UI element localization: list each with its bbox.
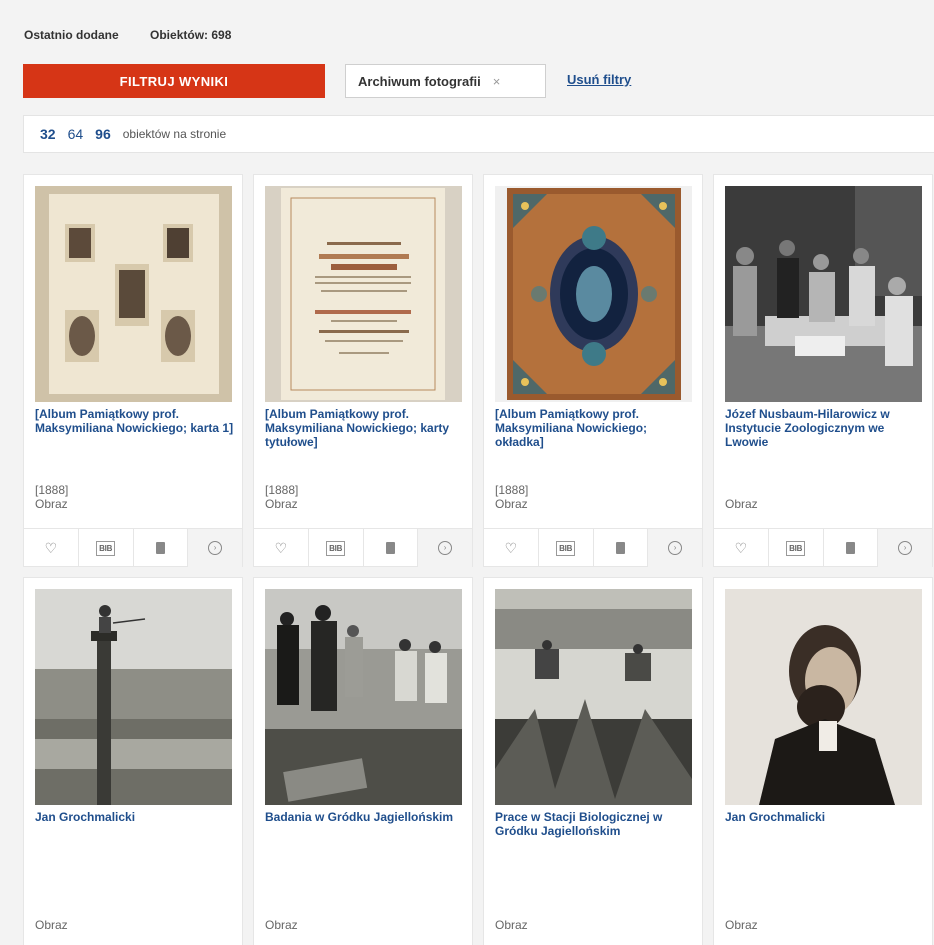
chevron-right-circle-icon: › (438, 541, 453, 555)
card-title-link[interactable]: [Album Pamiątkowy prof. Maksymiliana Now… (265, 407, 465, 449)
card-type: Obraz (265, 497, 298, 511)
result-card[interactable]: [Album Pamiątkowy prof. Maksymiliana Now… (253, 174, 473, 567)
heart-icon[interactable]: ♡ (24, 529, 79, 567)
card-type: Obraz (725, 497, 758, 511)
details-button[interactable]: › (878, 529, 932, 567)
result-card[interactable]: Prace w Stacji Biologicznej w Gródku Jag… (483, 577, 703, 945)
per-page-bar: 32 64 96 obiektów na stronie (23, 115, 934, 153)
card-actions: ♡ BIB › (24, 528, 242, 567)
card-title-link[interactable]: Jan Grochmalicki (35, 810, 235, 824)
thumbnail-image[interactable] (35, 186, 232, 402)
result-card[interactable]: Jan Grochmalicki Obraz (713, 577, 933, 945)
bib-button[interactable]: BIB (79, 529, 134, 567)
active-filter-chip[interactable]: Archiwum fotografii × (345, 64, 546, 98)
thumbnail-image[interactable] (495, 589, 692, 805)
card-type: Obraz (35, 497, 68, 511)
card-type: Obraz (265, 918, 298, 932)
result-card[interactable]: [Album Pamiątkowy prof. Maksymiliana Now… (23, 174, 243, 567)
thumbnail-image[interactable] (725, 186, 922, 402)
book-button[interactable] (134, 529, 189, 567)
details-button[interactable]: › (188, 529, 242, 567)
book-icon (155, 542, 165, 554)
thumbnail-image[interactable] (265, 589, 462, 805)
bib-icon: BIB (326, 540, 346, 556)
card-date: [1888] (35, 483, 69, 497)
per-page-option-32[interactable]: 32 (40, 126, 56, 142)
per-page-label: obiektów na stronie (122, 127, 227, 141)
heart-icon[interactable]: ♡ (254, 529, 309, 567)
result-card[interactable]: Badania w Gródku Jagiellońskim Obraz (253, 577, 473, 945)
per-page-option-64[interactable]: 64 (68, 126, 84, 142)
book-button[interactable] (364, 529, 419, 567)
result-card[interactable]: [Album Pamiątkowy prof. Maksymiliana Now… (483, 174, 703, 567)
card-title-link[interactable]: Prace w Stacji Biologicznej w Gródku Jag… (495, 810, 695, 838)
card-actions: ♡ BIB › (714, 528, 932, 567)
results-header: Ostatnio dodane Obiektów: 698 (24, 28, 231, 42)
card-title-link[interactable]: Jan Grochmalicki (725, 810, 925, 824)
book-button[interactable] (594, 529, 649, 567)
card-type: Obraz (725, 918, 758, 932)
object-count: Obiektów: 698 (150, 28, 232, 42)
book-icon (615, 542, 625, 554)
filter-chip-label: Archiwum fotografii (358, 73, 481, 89)
card-actions: ♡ BIB › (484, 528, 702, 567)
card-date: [1888] (265, 483, 299, 497)
thumbnail-image[interactable] (725, 589, 922, 805)
details-button[interactable]: › (418, 529, 472, 567)
card-title-link[interactable]: [Album Pamiątkowy prof. Maksymiliana Now… (495, 407, 695, 449)
book-button[interactable] (824, 529, 879, 567)
bib-icon: BIB (556, 540, 576, 556)
card-title-link[interactable]: Józef Nusbaum-Hilarowicz w Instytucie Zo… (725, 407, 925, 449)
chevron-right-circle-icon: › (668, 541, 683, 555)
card-type: Obraz (35, 918, 68, 932)
thumbnail-image[interactable] (35, 589, 232, 805)
book-icon (845, 542, 855, 554)
thumbnail-image[interactable] (265, 186, 462, 402)
section-label: Ostatnio dodane (24, 28, 119, 42)
bib-icon: BIB (96, 540, 116, 556)
result-card[interactable]: Józef Nusbaum-Hilarowicz w Instytucie Zo… (713, 174, 933, 567)
book-icon (385, 542, 395, 554)
card-type: Obraz (495, 918, 528, 932)
heart-icon[interactable]: ♡ (714, 529, 769, 567)
card-title-link[interactable]: [Album Pamiątkowy prof. Maksymiliana Now… (35, 407, 235, 435)
filter-results-button[interactable]: FILTRUJ WYNIKI (23, 64, 325, 98)
bib-button[interactable]: BIB (309, 529, 364, 567)
card-type: Obraz (495, 497, 528, 511)
chevron-right-circle-icon: › (208, 541, 223, 555)
heart-icon[interactable]: ♡ (484, 529, 539, 567)
close-icon[interactable]: × (493, 74, 501, 89)
bib-button[interactable]: BIB (769, 529, 824, 567)
bib-icon: BIB (786, 540, 806, 556)
thumbnail-image[interactable] (495, 186, 692, 402)
card-title-link[interactable]: Badania w Gródku Jagiellońskim (265, 810, 465, 824)
clear-filters-link[interactable]: Usuń filtry (567, 72, 631, 87)
chevron-right-circle-icon: › (898, 541, 913, 555)
per-page-option-96[interactable]: 96 (95, 126, 111, 142)
details-button[interactable]: › (648, 529, 702, 567)
card-actions: ♡ BIB › (254, 528, 472, 567)
bib-button[interactable]: BIB (539, 529, 594, 567)
card-date: [1888] (495, 483, 529, 497)
result-card[interactable]: Jan Grochmalicki Obraz (23, 577, 243, 945)
